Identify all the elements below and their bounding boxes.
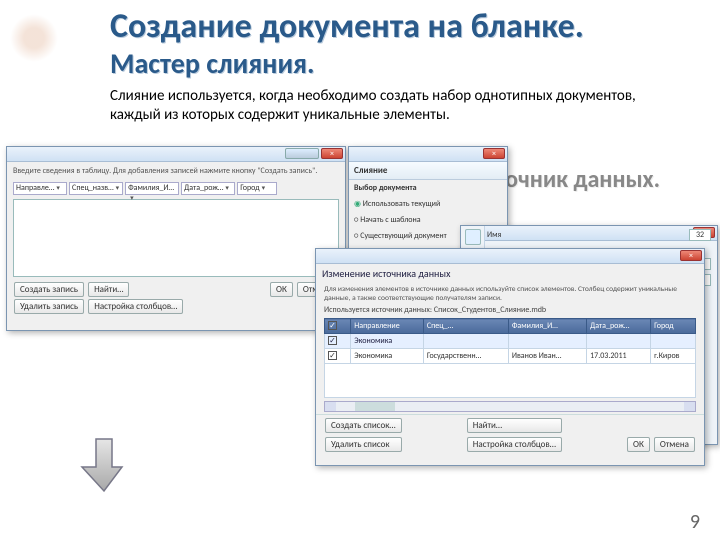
dialog-titlebar[interactable]: ×	[7, 147, 345, 162]
field-col-2[interactable]: Фамилия_И…	[125, 182, 179, 195]
horizontal-scrollbar[interactable]	[324, 401, 696, 412]
field-col-4[interactable]: Город	[237, 182, 277, 195]
dialog-description: Для изменения элементов в источнике данн…	[316, 283, 704, 305]
close-icon[interactable]: ×	[680, 250, 702, 261]
th-spec[interactable]: Спец_…	[423, 319, 508, 334]
radio-use-current[interactable]: Использовать текущий	[349, 196, 507, 212]
pane-header: Слияние	[349, 162, 507, 180]
size-chip: 32	[689, 229, 711, 241]
cell[interactable]	[587, 334, 651, 349]
dialog-instruction: Введите сведения в таблицу. Для добавлен…	[7, 162, 345, 180]
recipient-form-dialog: × Введите сведения в таблицу. Для добавл…	[6, 146, 346, 331]
slide-subtitle: Мастер слияния.	[110, 46, 680, 81]
down-arrow-icon	[80, 435, 128, 500]
field-col-3[interactable]: Дата_рож…	[181, 182, 235, 195]
edit-data-source-dialog: × Изменение источника данных Для изменен…	[315, 248, 705, 466]
checkbox-icon[interactable]: ✓	[328, 351, 337, 360]
field-col-1[interactable]: Спец_назв…	[69, 182, 123, 195]
th-check[interactable]: ✓	[325, 319, 351, 334]
scroll-thumb[interactable]	[355, 402, 395, 411]
ok-button[interactable]: ОК	[627, 437, 650, 452]
new-record-button[interactable]: Создать запись	[14, 282, 84, 297]
checkbox-icon[interactable]: ✓	[328, 336, 337, 345]
cell[interactable]	[651, 334, 696, 349]
th-name[interactable]: Фамилия_И…	[508, 319, 586, 334]
columns-button[interactable]: Настройка столбцов…	[467, 437, 562, 452]
table-row	[325, 364, 696, 398]
cancel-button[interactable]: Отмена	[654, 437, 695, 452]
columns-button[interactable]: Настройка столбцов…	[88, 299, 183, 314]
cell[interactable]: 17.03.2011	[587, 349, 651, 364]
dialog-titlebar[interactable]: ×	[316, 249, 704, 264]
new-list-button[interactable]: Создать список…	[325, 418, 402, 433]
field-col-0[interactable]: Направле…	[13, 182, 67, 195]
minimize-maximize[interactable]	[285, 148, 319, 159]
delete-list-button[interactable]: Удалить список	[325, 437, 402, 452]
scroll-left-icon[interactable]	[325, 402, 336, 411]
find-button[interactable]: Найти…	[88, 282, 129, 297]
cell[interactable]	[423, 334, 508, 349]
checkbox-icon[interactable]: ✓	[328, 321, 337, 330]
th-direction[interactable]: Направление	[351, 319, 424, 334]
th-date[interactable]: Дата_рож…	[587, 319, 651, 334]
cell[interactable]	[508, 334, 586, 349]
delete-record-button[interactable]: Удалить запись	[14, 299, 84, 314]
source-file-label: Используется источник данных: Список_Сту…	[316, 305, 704, 315]
find-button[interactable]: Найти…	[467, 418, 562, 433]
cell[interactable]: г.Киров	[651, 349, 696, 364]
ok-button[interactable]: ОК	[270, 282, 293, 297]
records-grid[interactable]	[13, 199, 339, 277]
slide-title: Создание документа на бланке.	[110, 10, 680, 44]
pane-section-label: Выбор документа	[349, 180, 507, 196]
cell[interactable]: Государственн…	[423, 349, 508, 364]
recipients-table[interactable]: ✓ Направление Спец_… Фамилия_И… Дата_рож…	[324, 318, 696, 398]
th-city[interactable]: Город	[651, 319, 696, 334]
cell[interactable]: Иванов Иван…	[508, 349, 586, 364]
pane-titlebar[interactable]: ×	[349, 147, 507, 162]
table-row: ✓ Экономика	[325, 334, 696, 349]
scroll-right-icon[interactable]	[684, 402, 695, 411]
cell[interactable]: Экономика	[351, 349, 424, 364]
folder-icon[interactable]	[465, 229, 481, 245]
close-icon[interactable]: ×	[321, 148, 343, 159]
table-row: ✓ Экономика Государственн… Иванов Иван… …	[325, 349, 696, 364]
page-number: 9	[690, 510, 700, 534]
decorative-burst	[10, 14, 58, 62]
column-header-name[interactable]: Имя	[487, 230, 501, 240]
slide-body: Слияние используется, когда необходимо с…	[110, 87, 680, 125]
dialog-caption: Изменение источника данных	[316, 264, 704, 283]
cell[interactable]: Экономика	[351, 334, 424, 349]
close-icon[interactable]: ×	[483, 148, 505, 159]
